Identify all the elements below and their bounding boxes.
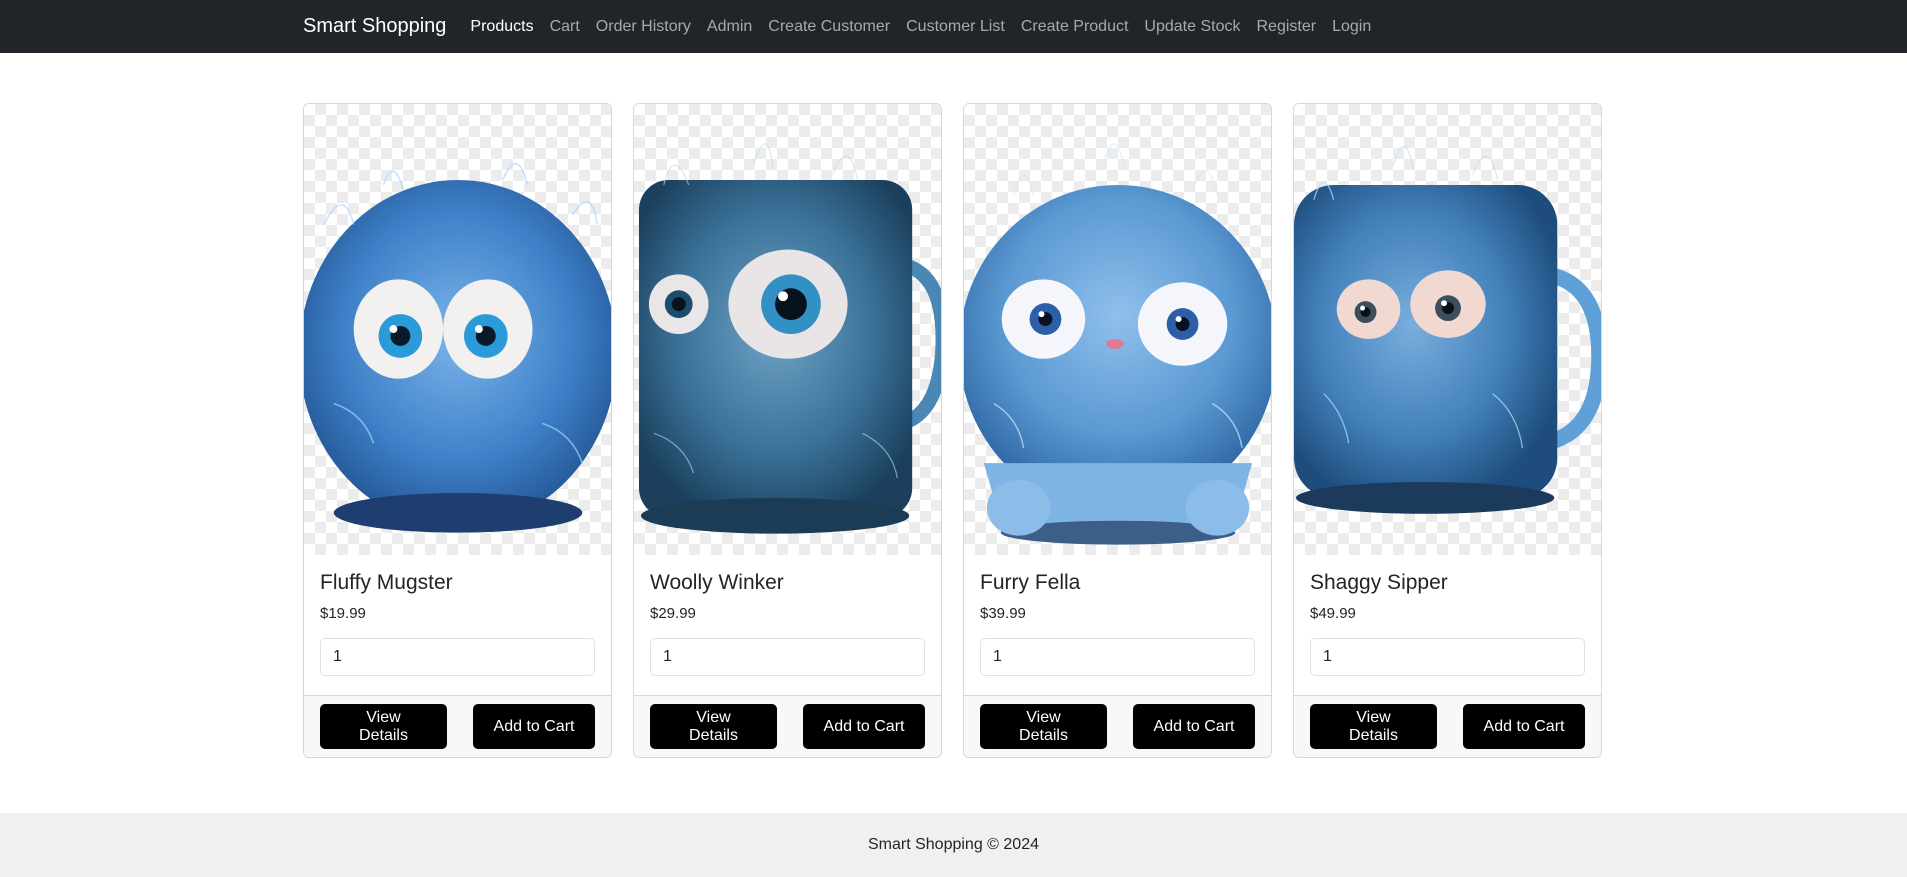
product-card: Woolly Winker $29.99 View Details Add to… (633, 103, 942, 758)
quantity-input[interactable] (320, 638, 595, 676)
copyright-text: Smart Shopping © 2024 (867, 836, 1039, 853)
nav-cart[interactable]: Cart (550, 18, 580, 36)
product-image[interactable] (634, 104, 941, 555)
quantity-input[interactable] (1310, 638, 1585, 676)
card-footer: View Details Add to Cart (634, 695, 941, 757)
nav-admin[interactable]: Admin (707, 18, 752, 36)
woolly-mug-illustration (638, 143, 941, 534)
nav-menu: Products Cart Order History Admin Create… (470, 18, 1387, 36)
quantity-input[interactable] (980, 638, 1255, 676)
product-image[interactable] (1294, 104, 1601, 555)
product-price: $19.99 (320, 605, 366, 622)
furry-mug-illustration (964, 143, 1271, 545)
view-details-button[interactable]: View Details (650, 704, 777, 749)
card-footer: View Details Add to Cart (964, 695, 1271, 757)
nav-customer-list[interactable]: Customer List (906, 18, 1005, 36)
product-name: Fluffy Mugster (320, 571, 453, 594)
product-price: $29.99 (650, 605, 696, 622)
brand-logo[interactable]: Smart Shopping (303, 15, 446, 38)
card-body: Woolly Winker $29.99 (634, 555, 941, 695)
fluffy-mug-illustration (304, 163, 611, 533)
nav-products[interactable]: Products (470, 18, 533, 36)
view-details-button[interactable]: View Details (1310, 704, 1437, 749)
view-details-button[interactable]: View Details (320, 704, 447, 749)
nav-register[interactable]: Register (1256, 18, 1316, 36)
nav-create-product[interactable]: Create Product (1021, 18, 1129, 36)
add-to-cart-button[interactable]: Add to Cart (1133, 704, 1255, 749)
nav-order-history[interactable]: Order History (596, 18, 691, 36)
product-price: $39.99 (980, 605, 1026, 622)
nav-create-customer[interactable]: Create Customer (768, 18, 890, 36)
nav-update-stock[interactable]: Update Stock (1144, 18, 1240, 36)
quantity-input[interactable] (650, 638, 925, 676)
product-name: Woolly Winker (650, 571, 784, 594)
card-body: Fluffy Mugster $19.99 (304, 555, 611, 695)
product-price: $49.99 (1310, 605, 1356, 622)
add-to-cart-button[interactable]: Add to Cart (473, 704, 595, 749)
product-name: Shaggy Sipper (1310, 571, 1448, 594)
card-footer: View Details Add to Cart (304, 695, 611, 757)
product-image[interactable] (304, 104, 611, 555)
product-card: Fluffy Mugster $19.99 View Details Add t… (303, 103, 612, 758)
nav-login[interactable]: Login (1332, 18, 1371, 36)
card-body: Furry Fella $39.99 (964, 555, 1271, 695)
card-body: Shaggy Sipper $49.99 (1294, 555, 1601, 695)
add-to-cart-button[interactable]: Add to Cart (1463, 704, 1585, 749)
product-image[interactable] (964, 104, 1271, 555)
product-grid: Fluffy Mugster $19.99 View Details Add t… (303, 103, 1602, 758)
page-footer: Smart Shopping © 2024 (0, 813, 1907, 877)
product-name: Furry Fella (980, 571, 1081, 594)
view-details-button[interactable]: View Details (980, 704, 1107, 749)
shaggy-mug-illustration (1294, 145, 1601, 514)
add-to-cart-button[interactable]: Add to Cart (803, 704, 925, 749)
card-footer: View Details Add to Cart (1294, 695, 1601, 757)
top-navbar: Smart Shopping Products Cart Order Histo… (0, 0, 1907, 53)
product-card: Furry Fella $39.99 View Details Add to C… (963, 103, 1272, 758)
product-card: Shaggy Sipper $49.99 View Details Add to… (1293, 103, 1602, 758)
